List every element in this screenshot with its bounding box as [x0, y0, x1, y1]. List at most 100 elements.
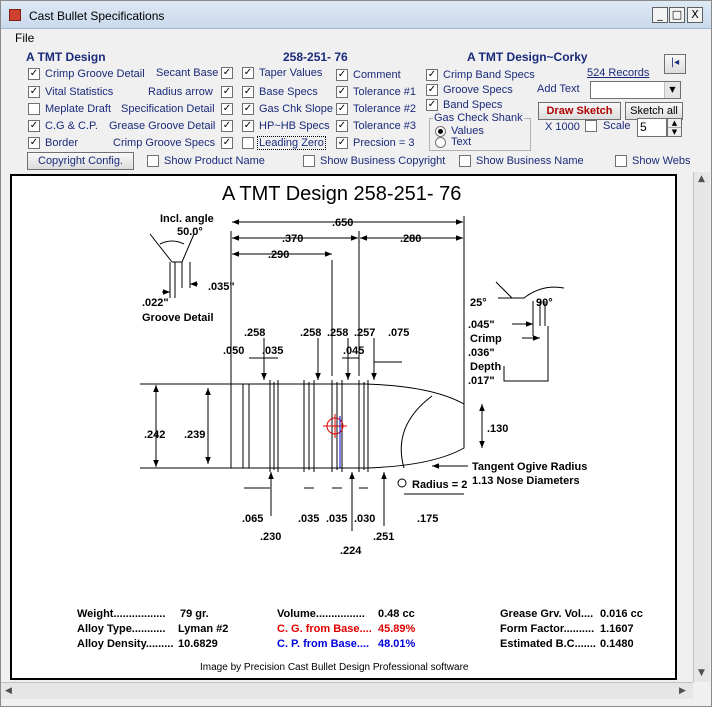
tolerance-3-checkbox[interactable]: ✓ — [336, 120, 348, 132]
radius-marker — [397, 478, 407, 488]
leading-zero-label: Leading Zero — [257, 136, 326, 150]
border-checkbox[interactable]: ✓ — [28, 137, 40, 149]
scale-stepper[interactable]: ▲ ▼ — [667, 118, 682, 137]
dim-290-label: .290 — [268, 249, 289, 261]
option-show-website[interactable]: Show Webs — [615, 154, 695, 169]
groove-022-label: .022" — [142, 297, 169, 309]
nav-first-button[interactable]: |◂ — [664, 54, 686, 74]
crimp-groove-specs-checkbox[interactable]: ✓ — [221, 137, 233, 149]
radius-arrow-label: Radius arrow — [148, 86, 213, 98]
show-product-name-checkbox[interactable] — [147, 155, 159, 167]
gas-chk-slope-checkbox[interactable]: ✓ — [242, 103, 254, 115]
stat-bc-label: Estimated B.C....... — [500, 638, 596, 650]
maximize-button[interactable]: □ — [669, 7, 685, 23]
crimp-groove-detail-checkbox[interactable]: ✓ — [28, 68, 40, 80]
stat-bc-value: 0.1480 — [600, 638, 634, 650]
meplate-draft-checkbox[interactable] — [28, 103, 40, 115]
radius-arrow-checkbox[interactable]: ✓ — [221, 86, 233, 98]
base-specs-label: Base Specs — [259, 86, 318, 98]
gas-chk-slope-label: Gas Chk Slope — [259, 103, 333, 115]
groove-035-label: .035" — [208, 281, 235, 293]
show-product-name-label: Show Product Name — [164, 155, 265, 167]
ogive-radius-line — [400, 395, 433, 469]
secant-base-checkbox[interactable]: ✓ — [221, 67, 233, 79]
scroll-down-icon[interactable]: ▼ — [698, 668, 705, 678]
tolerance-1-checkbox[interactable]: ✓ — [336, 86, 348, 98]
chevron-up-icon[interactable]: ▲ — [668, 119, 681, 128]
scroll-right-icon[interactable]: ▶ — [679, 686, 686, 696]
close-button[interactable]: X — [687, 7, 703, 23]
incl-angle-arc — [159, 240, 185, 245]
chevron-down-icon[interactable]: ▼ — [668, 128, 681, 136]
vertical-scrollbar[interactable]: ▲ ▼ — [693, 172, 710, 682]
option-secant-base[interactable]: Secant Base ✓ — [156, 66, 234, 81]
tolerance-2-checkbox[interactable]: ✓ — [336, 103, 348, 115]
header-design-name: A TMT Design — [26, 50, 106, 64]
x1000-label: X 1000 — [545, 121, 580, 133]
option-specification-detail[interactable]: Specification Detail ✓ — [121, 102, 234, 117]
angle-25-label: 25° — [470, 297, 487, 309]
show-website-checkbox[interactable] — [615, 155, 627, 167]
grease-groove-detail-label: Grease Groove Detail — [109, 120, 216, 132]
stat-form-label: Form Factor.......... — [500, 623, 594, 635]
chevron-down-icon[interactable]: ▼ — [664, 82, 680, 98]
menu-file[interactable]: File — [15, 31, 34, 45]
gas-check-text-radio[interactable] — [435, 137, 446, 148]
option-radius-arrow[interactable]: Radius arrow ✓ — [148, 85, 234, 100]
precision-label: Precsion = 3 — [353, 137, 415, 149]
stat-weight-label: Weight................. — [77, 608, 165, 620]
crimp-detail-profile — [498, 286, 565, 299]
comment-checkbox[interactable]: ✓ — [336, 69, 348, 81]
bullet-drawing: A TMT Design 258-251- 76 Incl. angle 50.… — [77, 183, 643, 673]
horizontal-scrollbar[interactable]: ◀ ▶ — [1, 682, 693, 699]
base-band — [230, 383, 244, 469]
band-specs-checkbox[interactable]: ✓ — [426, 99, 438, 111]
scroll-up-icon[interactable]: ▲ — [698, 174, 705, 184]
dia-257-label: .257 — [354, 327, 375, 339]
leading-zero-checkbox[interactable] — [242, 137, 254, 149]
taper-values-label: Taper Values — [259, 67, 323, 79]
crimp-depth-leader — [503, 326, 549, 382]
cg-cp-checkbox[interactable]: ✓ — [28, 120, 40, 132]
dim-035-top-label: .035 — [262, 345, 283, 357]
option-crimp-groove-specs[interactable]: Crimp Groove Specs ✓ — [113, 136, 234, 151]
header-design-number: 258-251- 76 — [283, 50, 348, 64]
taper-values-checkbox[interactable]: ✓ — [242, 67, 254, 79]
menu-bar: File — [1, 29, 711, 47]
base-specs-checkbox[interactable]: ✓ — [242, 86, 254, 98]
stat-cp-value: 48.01% — [378, 638, 416, 650]
precision-checkbox[interactable]: ✓ — [336, 137, 348, 149]
scroll-left-icon[interactable]: ◀ — [5, 686, 12, 696]
cg-marker — [323, 414, 347, 438]
dia-258b-label: .258 — [300, 327, 321, 339]
scale-checkbox[interactable] — [585, 120, 597, 132]
window-title: Cast Bullet Specifications — [29, 9, 165, 23]
stat-volume-label: Volume................ — [277, 608, 365, 620]
groove-specs-label: Groove Specs — [443, 84, 513, 96]
crimp-25-line — [495, 281, 513, 299]
show-business-copyright-checkbox[interactable] — [303, 155, 315, 167]
minimize-button[interactable]: _ — [652, 7, 668, 23]
groove-detail-label: Groove Detail — [142, 312, 214, 324]
header-designer: A TMT Design~Corky — [467, 50, 588, 64]
nose-diameters-label: 1.13 Nose Diameters — [472, 475, 580, 487]
gas-check-values-radio[interactable] — [435, 126, 446, 137]
tolerance-3-label: Tolerance #3 — [353, 120, 416, 132]
show-business-name-checkbox[interactable] — [459, 155, 471, 167]
crimp-036-label: .036" — [468, 347, 495, 359]
grease-groove-detail-checkbox[interactable]: ✓ — [221, 120, 233, 132]
scale-input[interactable]: 5 — [637, 118, 667, 137]
crimp-band-specs-checkbox[interactable]: ✓ — [426, 69, 438, 81]
stat-form-value: 1.1607 — [600, 623, 634, 635]
draw-sketch-button[interactable]: Draw Sketch — [538, 102, 621, 120]
copyright-config-button[interactable]: Copyright Config. — [27, 152, 134, 170]
add-text-select[interactable]: ▼ — [590, 81, 681, 99]
secant-base-label: Secant Base — [156, 67, 219, 79]
groove-specs-checkbox[interactable]: ✓ — [426, 84, 438, 96]
dim-035-b2-label: .035 — [326, 513, 347, 525]
option-grease-groove-detail[interactable]: Grease Groove Detail ✓ — [109, 119, 234, 134]
groove-angle-left-line — [149, 233, 173, 263]
specification-detail-checkbox[interactable]: ✓ — [221, 103, 233, 115]
vital-statistics-checkbox[interactable]: ✓ — [28, 86, 40, 98]
hp-hb-specs-checkbox[interactable]: ✓ — [242, 120, 254, 132]
